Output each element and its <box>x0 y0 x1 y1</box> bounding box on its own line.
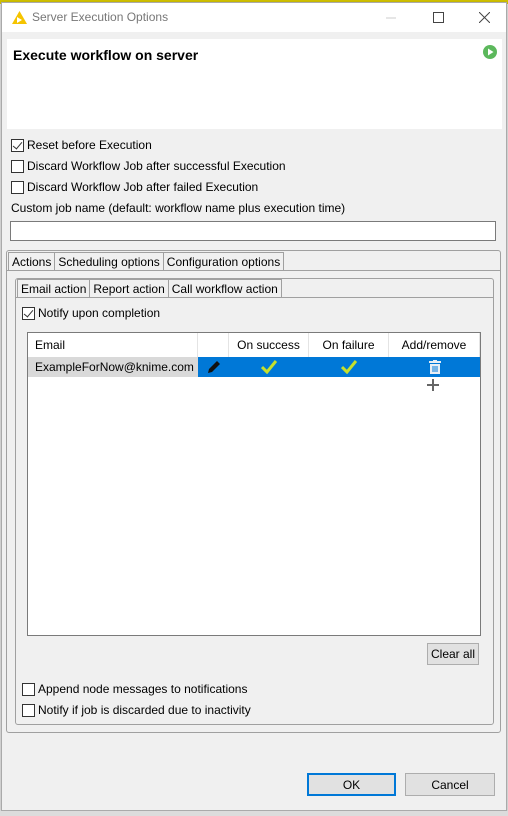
checkbox-unchecked[interactable] <box>11 180 24 194</box>
email-table: Email On success On failure Add/remove E… <box>27 332 481 636</box>
tab-configuration-options[interactable]: Configuration options <box>162 252 285 271</box>
header-title: Execute workflow on server <box>13 47 199 63</box>
clear-all-button[interactable]: Clear all <box>427 643 479 665</box>
custom-job-name-input[interactable] <box>10 221 496 241</box>
main-tabbar: Actions Scheduling options Configuration… <box>8 252 285 271</box>
checkbox-label: Discard Workflow Job after failed Execut… <box>27 180 259 194</box>
tab-scheduling-options[interactable]: Scheduling options <box>54 252 164 271</box>
on-failure-cell[interactable] <box>309 357 389 377</box>
tab-divider <box>7 270 500 271</box>
maximize-icon <box>432 12 444 23</box>
tab-actions[interactable]: Actions <box>8 252 56 271</box>
on-success-cell[interactable] <box>229 357 309 377</box>
checkbox-label: Notify upon completion <box>38 306 161 320</box>
maximize-button[interactable] <box>415 3 461 32</box>
plus-icon[interactable] <box>426 378 440 392</box>
checkbox-label: Discard Workflow Job after successful Ex… <box>27 159 286 173</box>
checkmark-icon <box>341 360 357 374</box>
checkbox-checked[interactable] <box>22 306 35 320</box>
ok-button[interactable]: OK <box>307 773 396 796</box>
close-button[interactable] <box>461 3 507 32</box>
edit-cell[interactable] <box>198 357 229 377</box>
subtab-report-action[interactable]: Report action <box>89 279 169 298</box>
checkbox-label: Reset before Execution <box>27 138 152 152</box>
column-header-email[interactable]: Email <box>28 333 198 357</box>
notify-if-discarded-checkbox[interactable]: Notify if job is discarded due to inacti… <box>22 701 251 719</box>
run-icon <box>483 45 497 59</box>
cancel-button[interactable]: Cancel <box>405 773 495 796</box>
knime-logo-icon <box>12 11 27 24</box>
checkbox-checked[interactable] <box>11 138 24 152</box>
column-header-on-success[interactable]: On success <box>229 333 309 357</box>
header-panel: Execute workflow on server <box>7 39 502 129</box>
discard-after-failure-checkbox[interactable]: Discard Workflow Job after failed Execut… <box>11 178 258 196</box>
subtab-email-action[interactable]: Email action <box>17 279 91 298</box>
column-header-edit[interactable] <box>198 333 229 357</box>
checkbox-unchecked[interactable] <box>22 703 35 717</box>
minimize-button[interactable] <box>368 3 414 32</box>
action-subtabbar: Email action Report action Call workflow… <box>17 279 282 298</box>
subtab-call-workflow-action[interactable]: Call workflow action <box>167 279 282 298</box>
discard-after-success-checkbox[interactable]: Discard Workflow Job after successful Ex… <box>11 157 286 175</box>
pencil-icon[interactable] <box>206 359 222 375</box>
subtab-divider <box>16 297 493 298</box>
close-icon <box>478 12 490 23</box>
background-area <box>0 811 508 816</box>
append-node-messages-checkbox[interactable]: Append node messages to notifications <box>22 680 247 698</box>
table-row[interactable]: ExampleForNow@knime.com <box>28 357 480 377</box>
checkbox-label: Notify if job is discarded due to inacti… <box>38 703 251 717</box>
checkbox-unchecked[interactable] <box>22 682 35 696</box>
email-cell[interactable]: ExampleForNow@knime.com <box>28 357 198 377</box>
trash-icon[interactable] <box>428 360 441 374</box>
remove-cell[interactable] <box>389 357 480 377</box>
column-header-add-remove[interactable]: Add/remove <box>389 333 480 357</box>
reset-before-execution-checkbox[interactable]: Reset before Execution <box>11 136 152 154</box>
checkbox-label: Append node messages to notifications <box>38 682 248 696</box>
checkmark-icon <box>261 360 277 374</box>
custom-job-name-label: Custom job name (default: workflow name … <box>11 201 346 215</box>
title-bar[interactable]: Server Execution Options <box>2 3 506 32</box>
notify-upon-completion-checkbox[interactable]: Notify upon completion <box>22 304 160 322</box>
minimize-icon <box>386 17 396 18</box>
column-header-on-failure[interactable]: On failure <box>309 333 389 357</box>
checkbox-unchecked[interactable] <box>11 159 24 173</box>
window-title: Server Execution Options <box>32 10 169 24</box>
